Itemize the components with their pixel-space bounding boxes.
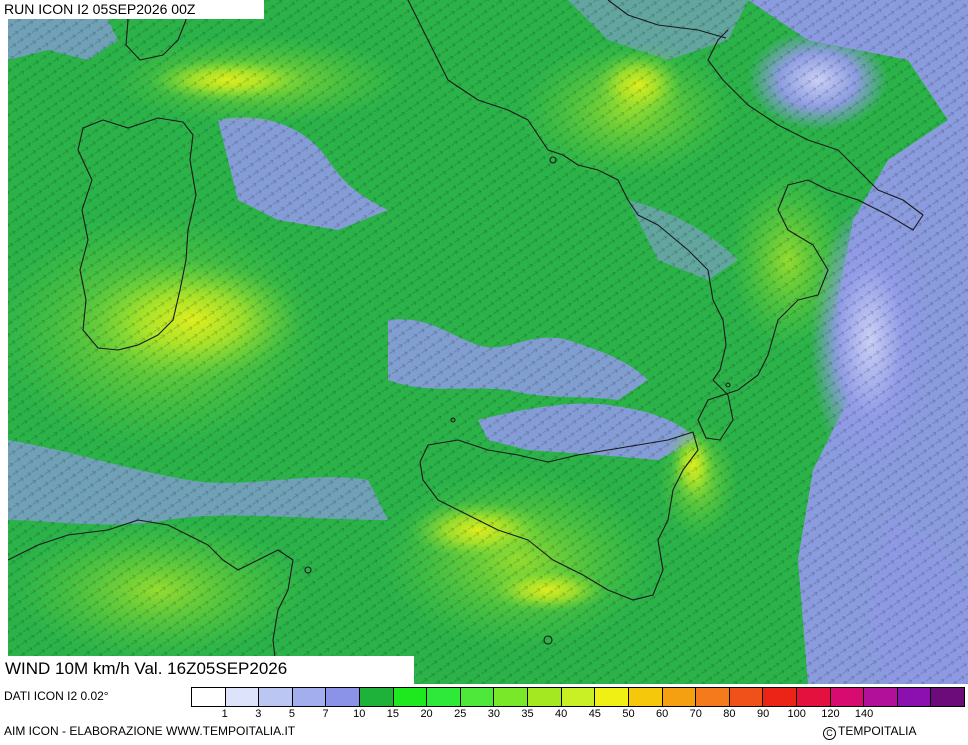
source-label: DATI ICON I2 0.02° [4, 689, 109, 703]
scale-tick-label: 80 [723, 708, 736, 720]
scale-tick-label: 120 [821, 708, 840, 720]
scale-tick-label: 20 [420, 708, 433, 720]
scale-tick-label: 30 [487, 708, 500, 720]
scale-tick-label: 5 [288, 708, 296, 720]
scale-tick-label: 25 [454, 708, 467, 720]
copyright-icon: C [823, 727, 836, 740]
run-label: RUN ICON I2 05SEP2026 00Z [0, 0, 264, 19]
scale-swatch [292, 688, 327, 706]
scale-swatch [931, 688, 965, 706]
scale-tick-label: 7 [322, 708, 329, 720]
scale-swatch [528, 688, 562, 706]
scale-tick-label: 15 [386, 708, 400, 720]
scale-swatch [696, 688, 730, 706]
scale-swatch [796, 688, 831, 706]
scale-tick-label: 45 [588, 708, 601, 720]
scale-tick-label: 3 [255, 708, 262, 720]
scale-tick-label: 10 [353, 708, 366, 720]
scale-swatch [393, 688, 428, 706]
credit-label: AIM ICON - ELABORAZIONE WWW.TEMPOITALIA.… [4, 724, 296, 738]
scale-swatch [897, 688, 932, 706]
color-scale [191, 687, 965, 707]
scale-swatch [494, 688, 529, 706]
wind-map [8, 0, 968, 684]
scale-swatch [259, 688, 293, 706]
brand-text: TEMPOITALIA [838, 724, 917, 738]
scale-tick-label: 1 [221, 708, 228, 720]
scale-swatch [830, 688, 865, 706]
scale-tick-label: 70 [689, 708, 702, 720]
scale-tick-label: 40 [555, 708, 568, 720]
scale-swatch [192, 688, 226, 706]
scale-swatch [595, 688, 629, 706]
scale-tick-label: 35 [521, 708, 534, 720]
scale-tick-label: 100 [787, 708, 806, 720]
scale-tick-label: 50 [622, 708, 635, 720]
scale-swatch [326, 688, 361, 706]
scale-swatch [763, 688, 797, 706]
scale-swatch [729, 688, 764, 706]
wind-arrows [8, 0, 968, 684]
brand-label: C TEMPOITALIA [823, 724, 916, 740]
scale-swatch [628, 688, 663, 706]
scale-tick-label: 140 [854, 708, 874, 720]
scale-swatch [561, 688, 596, 706]
scale-swatch [662, 688, 697, 706]
scale-swatch [427, 688, 461, 706]
scale-swatch [460, 688, 495, 706]
scale-swatch [360, 688, 394, 706]
color-scale-ticks: 1 3 5 7 10 15 20 25 30 35 40 45 50 60 70 80 90 100 120 140 [191, 708, 965, 722]
wind-map-svg [8, 0, 968, 684]
scale-tick-label: 60 [656, 708, 669, 720]
scale-swatch [864, 688, 898, 706]
scale-swatch [225, 688, 260, 706]
scale-tick-label: 90 [756, 708, 770, 720]
validity-label: WIND 10M km/h Val. 16Z05SEP2026 [0, 656, 414, 684]
